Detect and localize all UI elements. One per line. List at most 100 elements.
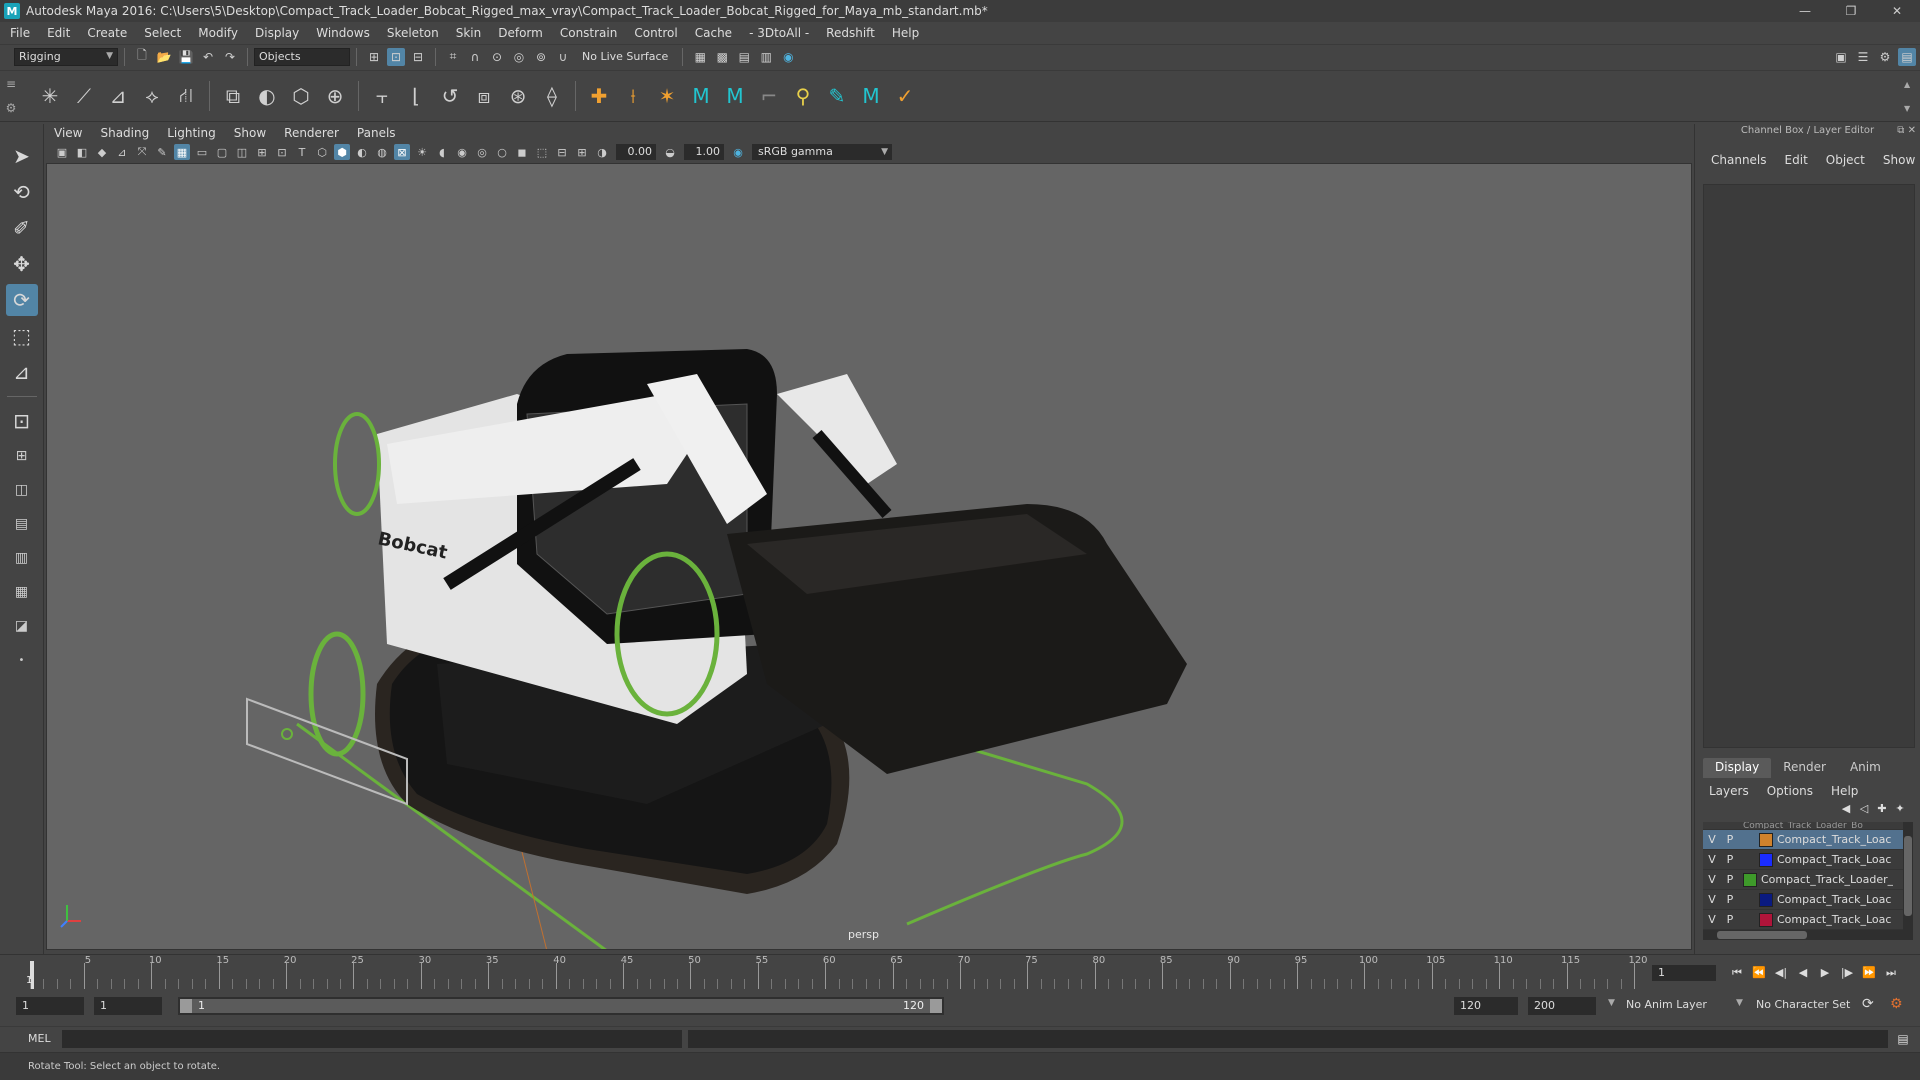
panel-menu-panels[interactable]: Panels: [357, 126, 396, 140]
menu-deform[interactable]: Deform: [498, 26, 543, 40]
menu-display[interactable]: Display: [255, 26, 299, 40]
viewport-persp[interactable]: Bobcat persp: [46, 163, 1692, 950]
tab-display[interactable]: Display: [1703, 758, 1772, 778]
channel-box-icon[interactable]: ▤: [1898, 47, 1916, 66]
view-transform-dropdown[interactable]: sRGB gamma ▼: [752, 144, 892, 160]
move-layer-up-icon[interactable]: ◀: [1837, 802, 1855, 820]
panel-menu-shading[interactable]: Shading: [100, 126, 149, 140]
xray-icon[interactable]: ⊠: [394, 144, 410, 160]
new-layer-from-selection-icon[interactable]: ✦: [1891, 802, 1909, 820]
redo-icon[interactable]: ↷: [221, 48, 239, 66]
select-object-icon[interactable]: ⊡: [387, 47, 405, 66]
set-driven-key-icon[interactable]: ⚲: [789, 82, 817, 110]
maya-script-2-icon[interactable]: M: [721, 82, 749, 110]
soft-select-icon[interactable]: ⊡: [6, 405, 38, 437]
gate-mask-icon[interactable]: ◫: [234, 144, 250, 160]
snap-view-plane-icon[interactable]: ◎: [510, 48, 528, 66]
menu-modify[interactable]: Modify: [198, 26, 238, 40]
menu-3dtoall[interactable]: - 3DtoAll -: [749, 26, 809, 40]
exposure-icon[interactable]: ◑: [594, 144, 610, 160]
menu-constrain[interactable]: Constrain: [560, 26, 618, 40]
menu-create[interactable]: Create: [87, 26, 127, 40]
attribute-editor-icon[interactable]: ☰: [1854, 48, 1872, 66]
layer-playback-toggle[interactable]: P: [1721, 833, 1739, 846]
arrow-up-icon[interactable]: ▲: [1904, 80, 1916, 89]
menu-skin[interactable]: Skin: [456, 26, 482, 40]
layer-playback-toggle[interactable]: P: [1721, 893, 1739, 906]
selection-mode-dropdown[interactable]: Objects: [254, 47, 350, 66]
move-tool-icon[interactable]: ✥: [6, 248, 38, 280]
layer-playback-toggle[interactable]: P: [1721, 853, 1739, 866]
pole-vector-icon[interactable]: ⟠: [538, 82, 566, 110]
range-start-handle[interactable]: [180, 999, 192, 1013]
open-scene-icon[interactable]: 📂: [155, 48, 173, 66]
layer-list-hscrollbar[interactable]: [1703, 930, 1913, 940]
layer-row[interactable]: V P Compact_Track_Loac: [1703, 850, 1903, 870]
persp-uv-layout-icon[interactable]: ◪: [6, 611, 38, 641]
new-scene-icon[interactable]: 🗋: [133, 48, 151, 66]
script-language-label[interactable]: MEL: [28, 1032, 51, 1045]
lasso-tool-icon[interactable]: ⟲: [6, 176, 38, 208]
maya-script-3-icon[interactable]: M: [857, 82, 885, 110]
range-slider-track[interactable]: [180, 999, 942, 1013]
layer-row[interactable]: V P Compact_Track_Loac: [1703, 830, 1903, 850]
last-tool-icon[interactable]: ⊿: [6, 356, 38, 388]
layer-row[interactable]: V P Compact_Track_Loac: [1703, 910, 1903, 930]
shelf-settings-icon[interactable]: ⚙: [6, 101, 17, 115]
empty-slot-icon[interactable]: ⌐: [755, 82, 783, 110]
menu-skeleton[interactable]: Skeleton: [387, 26, 439, 40]
minimize-button[interactable]: —: [1782, 0, 1828, 22]
playback-end-field[interactable]: 120: [1454, 997, 1518, 1015]
make-live-icon[interactable]: ∪: [554, 48, 572, 66]
tab-render[interactable]: Render: [1771, 758, 1838, 778]
locator-icon[interactable]: ✚: [585, 82, 613, 110]
time-ruler[interactable]: 5 10 15 20 25 30 35 40 45 50 55 60 65 70 75 80 85 90 95 100…: [30, 955, 1648, 989]
multisample-aa-icon[interactable]: ○: [494, 144, 510, 160]
layer-playback-toggle[interactable]: P: [1721, 913, 1739, 926]
select-camera-icon[interactable]: ▣: [54, 144, 70, 160]
isolate-select-icon[interactable]: ⬚: [534, 144, 550, 160]
menu-windows[interactable]: Windows: [316, 26, 370, 40]
anim-layer-dropdown[interactable]: No Anim Layer: [1626, 998, 1707, 1011]
help-menu[interactable]: Help: [1831, 784, 1858, 798]
joint-tool-orange-icon[interactable]: ⟊: [619, 82, 647, 110]
single-pane-layout-icon[interactable]: ⊞: [6, 441, 38, 471]
layer-color-swatch[interactable]: [1743, 872, 1757, 887]
animation-end-field[interactable]: 200: [1528, 997, 1596, 1015]
select-hierarchy-icon[interactable]: ⊞: [365, 48, 383, 66]
menu-edit[interactable]: Edit: [47, 26, 70, 40]
hik-icon[interactable]: ✶: [653, 82, 681, 110]
select-component-icon[interactable]: ⊟: [409, 48, 427, 66]
step-back-frame-icon[interactable]: ◀|: [1770, 963, 1792, 983]
resolution-gate-icon[interactable]: ▢: [214, 144, 230, 160]
layer-visibility-toggle[interactable]: V: [1703, 893, 1721, 906]
aim-constraint-icon[interactable]: ⊛: [504, 82, 532, 110]
depth-of-field-icon[interactable]: ◼: [514, 144, 530, 160]
edit-menu[interactable]: Edit: [1785, 153, 1808, 167]
persp-graph-layout-icon[interactable]: ▥: [6, 543, 38, 573]
panel-menu-view[interactable]: View: [54, 126, 82, 140]
layers-menu[interactable]: Layers: [1709, 784, 1749, 798]
gamma-field[interactable]: 1.00: [684, 144, 724, 160]
layer-visibility-toggle[interactable]: V: [1703, 853, 1721, 866]
rotate-tool-icon[interactable]: ⟳: [5, 284, 38, 316]
2d-pan-zoom-icon[interactable]: ⤧: [134, 144, 150, 160]
ik-handle-icon[interactable]: ⟋: [70, 82, 98, 110]
shelf-scroll[interactable]: ▲ ▼: [1904, 72, 1916, 120]
chevron-down-icon[interactable]: ▼: [1736, 998, 1743, 1008]
scrollbar-thumb[interactable]: [1717, 931, 1807, 939]
persp-outliner-layout-icon[interactable]: ▤: [6, 509, 38, 539]
render-settings-icon[interactable]: ▦: [691, 48, 709, 66]
move-layer-down-icon[interactable]: ◁: [1855, 802, 1873, 820]
layer-visibility-toggle[interactable]: V: [1703, 913, 1721, 926]
menu-control[interactable]: Control: [634, 26, 677, 40]
play-backwards-icon[interactable]: ◀: [1792, 963, 1814, 983]
arrow-down-icon[interactable]: ▼: [1904, 104, 1916, 113]
orient-constraint-icon[interactable]: ↺: [436, 82, 464, 110]
select-tool-icon[interactable]: ➤: [6, 140, 38, 172]
layer-row-partial[interactable]: Compact_Track_Loader_Bo: [1703, 822, 1903, 830]
exposure-field[interactable]: 0.00: [616, 144, 656, 160]
lattice-icon[interactable]: ⬡: [287, 82, 315, 110]
save-scene-icon[interactable]: 💾: [177, 48, 195, 66]
bookmark-icon[interactable]: ◆: [94, 144, 110, 160]
